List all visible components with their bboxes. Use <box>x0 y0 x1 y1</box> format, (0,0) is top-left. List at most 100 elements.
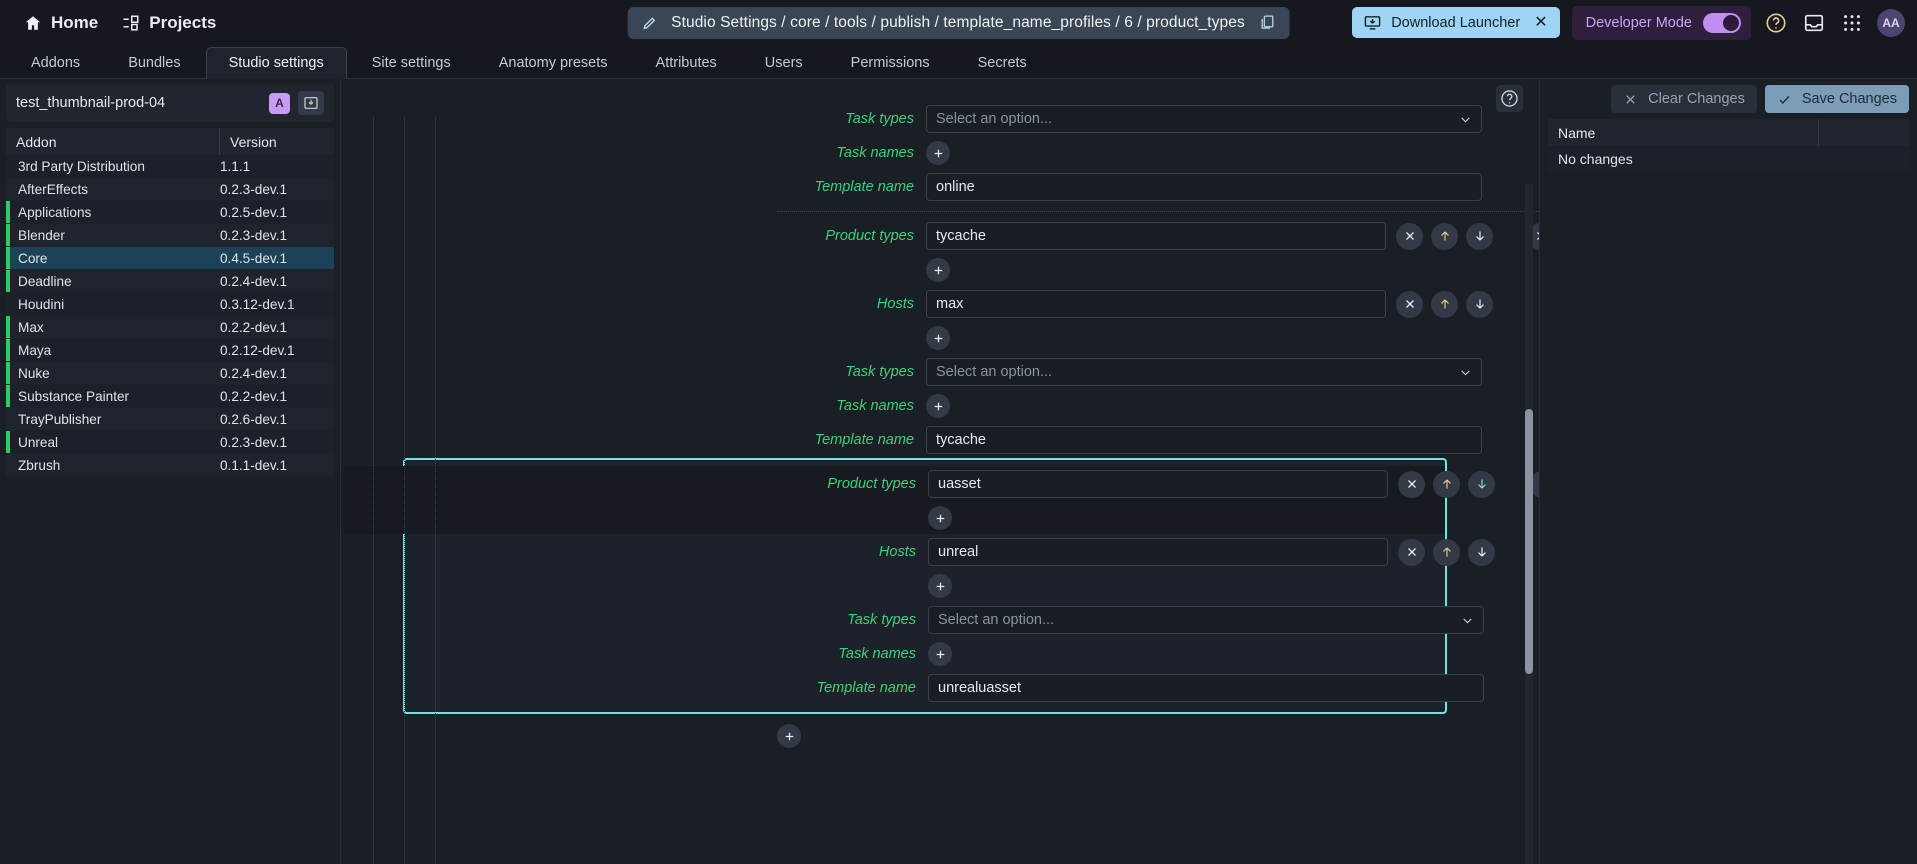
move-item-up-button[interactable] <box>1431 222 1458 250</box>
addon-row[interactable]: Core 0.4.5-dev.1 <box>6 247 334 270</box>
settings-form-panel: Task types Select an option... Task name… <box>340 79 1539 864</box>
addon-name: Applications <box>18 204 92 220</box>
remove-item-button[interactable] <box>1396 290 1423 318</box>
add-task-name-button[interactable] <box>928 642 952 666</box>
template-name-input[interactable]: online <box>926 173 1482 201</box>
add-task-name-button[interactable] <box>926 394 950 418</box>
tab-bar: Addons Bundles Studio settings Site setting… <box>0 45 1917 79</box>
product-types-input[interactable]: tycache <box>926 222 1386 250</box>
move-item-down-button[interactable] <box>1466 290 1493 318</box>
field-task-types: Task types Select an option... <box>343 602 1484 638</box>
addon-row[interactable]: Blender 0.2.3-dev.1 <box>6 224 334 247</box>
remove-item-button[interactable] <box>1398 538 1425 566</box>
pencil-icon <box>641 15 657 31</box>
addon-version: 0.2.3-dev.1 <box>220 227 288 243</box>
scrollbar-thumb[interactable] <box>1525 409 1533 674</box>
addon-row[interactable]: 3rd Party Distribution 1.1.1 <box>6 155 334 178</box>
label-task-types: Task types <box>847 612 916 628</box>
column-name: Name <box>1548 119 1819 146</box>
save-changes-button[interactable]: Save Changes <box>1764 85 1909 113</box>
add-host-row <box>343 570 1445 602</box>
addon-row[interactable]: AfterEffects 0.2.3-dev.1 <box>6 178 334 201</box>
addon-version: 0.2.5-dev.1 <box>220 204 288 220</box>
developer-mode-toggle[interactable]: Developer Mode <box>1571 5 1751 40</box>
nav-home[interactable]: Home <box>12 7 110 39</box>
move-item-up-button[interactable] <box>1433 538 1460 566</box>
addon-row[interactable]: Zbrush 0.1.1-dev.1 <box>6 454 334 477</box>
download-launcher-close-icon[interactable]: ✕ <box>1530 14 1547 31</box>
topbar-actions: Download Launcher ✕ Developer Mode AA <box>1352 5 1905 40</box>
add-host-button[interactable] <box>928 574 952 598</box>
breadcrumb[interactable]: Studio Settings / core / tools / publish… <box>627 6 1290 39</box>
task-types-select[interactable]: Select an option... <box>926 358 1482 386</box>
add-profile-button[interactable] <box>777 724 801 748</box>
addon-row[interactable]: Substance Painter 0.2.2-dev.1 <box>6 385 334 408</box>
add-task-name-button[interactable] <box>926 141 950 165</box>
field-task-names: Task names <box>341 390 1539 422</box>
remove-item-button[interactable] <box>1398 470 1425 498</box>
row-actions <box>1398 470 1539 498</box>
addon-row[interactable]: Unreal 0.2.3-dev.1 <box>6 431 334 454</box>
remove-item-button[interactable] <box>1396 222 1423 250</box>
divider <box>777 211 1539 212</box>
move-item-up-button[interactable] <box>1433 470 1460 498</box>
download-launcher-button[interactable]: Download Launcher ✕ <box>1352 7 1560 38</box>
addon-row[interactable]: Maya 0.2.12-dev.1 <box>6 339 334 362</box>
template-name-input[interactable]: unrealuasset <box>928 674 1484 702</box>
developer-mode-switch[interactable] <box>1703 12 1741 33</box>
template-name-input[interactable]: tycache <box>926 426 1482 454</box>
table-row[interactable]: No changes <box>1548 146 1909 172</box>
move-item-up-button[interactable] <box>1431 290 1458 318</box>
tab-addons[interactable]: Addons <box>8 47 103 79</box>
add-product-type-button[interactable] <box>926 258 950 282</box>
addon-row[interactable]: Max 0.2.2-dev.1 <box>6 316 334 339</box>
tab-permissions[interactable]: Permissions <box>828 47 953 79</box>
tab-site-settings[interactable]: Site settings <box>349 47 474 79</box>
addon-version: 0.2.4-dev.1 <box>220 365 288 381</box>
highlighted-profile-group[interactable]: Product types uasset Hosts unreal Task t… <box>343 458 1539 714</box>
hosts-input[interactable]: unreal <box>928 538 1388 566</box>
addon-row[interactable]: Houdini 0.3.12-dev.1 <box>6 293 334 316</box>
avatar[interactable]: AA <box>1877 8 1905 37</box>
tab-bundles[interactable]: Bundles <box>105 47 203 79</box>
inbox-icon[interactable] <box>1801 10 1827 36</box>
project-name: test_thumbnail-prod-04 <box>16 95 166 111</box>
tab-studio-settings[interactable]: Studio settings <box>205 47 347 79</box>
row-actions <box>1396 222 1539 250</box>
add-product-type-button[interactable] <box>928 506 952 530</box>
task-types-select[interactable]: Select an option... <box>926 105 1482 133</box>
apps-grid-icon[interactable] <box>1839 10 1865 36</box>
form-scroll-area[interactable]: Task types Select an option... Task name… <box>341 79 1539 864</box>
add-product-type-row <box>343 502 1445 534</box>
row-actions <box>1398 538 1495 566</box>
addon-row[interactable]: Nuke 0.2.4-dev.1 <box>6 362 334 385</box>
tab-secrets[interactable]: Secrets <box>955 47 1050 79</box>
copy-icon[interactable] <box>1259 14 1276 31</box>
move-item-down-button[interactable] <box>1466 222 1493 250</box>
addon-sidebar: test_thumbnail-prod-04 A Addon Version 3… <box>0 79 340 864</box>
task-types-value: Select an option... <box>936 364 1053 380</box>
tab-attributes[interactable]: Attributes <box>633 47 740 79</box>
tab-anatomy-presets[interactable]: Anatomy presets <box>476 47 631 79</box>
chevron-down-icon <box>1461 369 1470 375</box>
task-types-value: Select an option... <box>938 612 1055 628</box>
addon-row[interactable]: Applications 0.2.5-dev.1 <box>6 201 334 224</box>
task-types-select[interactable]: Select an option... <box>928 606 1484 634</box>
field-task-names: Task names <box>343 638 1445 670</box>
variant-badge[interactable]: A <box>269 92 290 114</box>
addon-name: AfterEffects <box>18 181 89 197</box>
product-types-input[interactable]: uasset <box>928 470 1388 498</box>
add-host-button[interactable] <box>926 326 950 350</box>
hosts-input[interactable]: max <box>926 290 1386 318</box>
move-item-down-button[interactable] <box>1468 470 1495 498</box>
save-variant-button[interactable] <box>298 91 324 115</box>
addon-row[interactable]: TrayPublisher 0.2.6-dev.1 <box>6 408 334 431</box>
nav-projects[interactable]: Projects <box>110 7 228 39</box>
clear-changes-button[interactable]: Clear Changes <box>1611 85 1757 113</box>
tab-users[interactable]: Users <box>742 47 826 79</box>
move-item-down-button[interactable] <box>1468 538 1495 566</box>
addon-row[interactable]: Deadline 0.2.4-dev.1 <box>6 270 334 293</box>
help-icon[interactable] <box>1763 10 1789 36</box>
form-help-icon[interactable] <box>1496 85 1523 112</box>
breadcrumb-path: Studio Settings / core / tools / publish… <box>671 13 1245 31</box>
